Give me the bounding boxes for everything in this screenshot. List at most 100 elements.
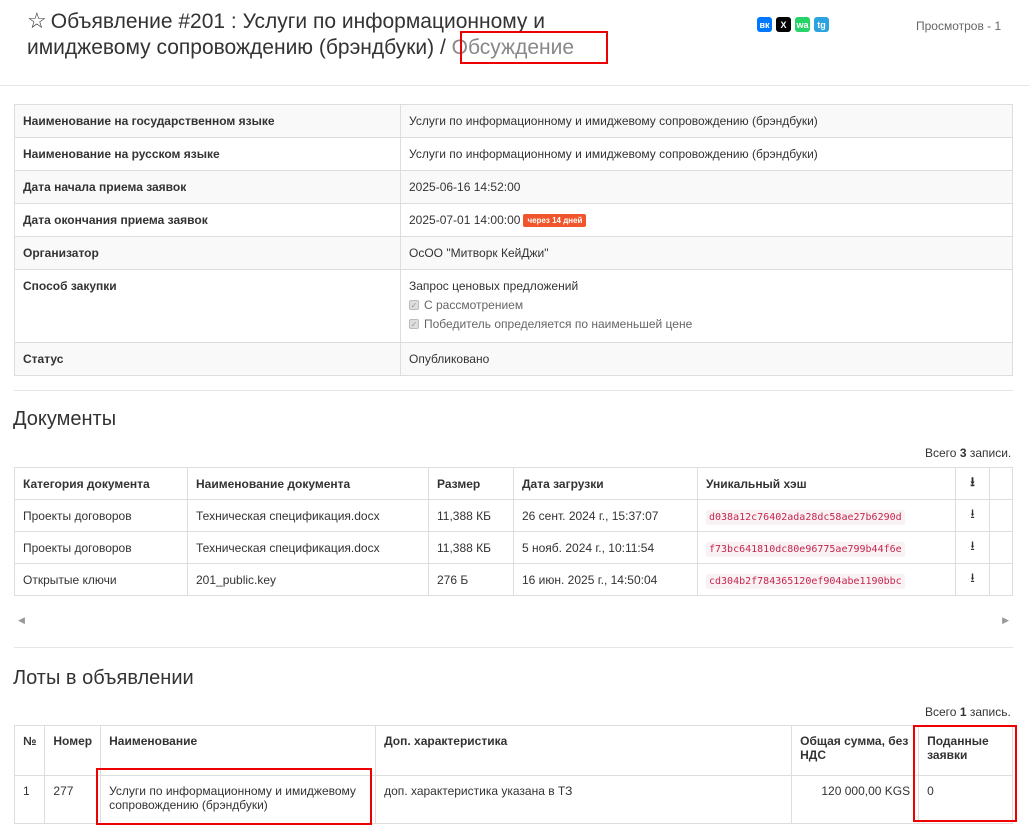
doc-date: 16 июн. 2025 г., 14:50:04 [513, 563, 698, 596]
divider [14, 390, 1013, 391]
info-value: Запрос ценовых предложений ✓ С рассмотрен… [400, 269, 1013, 344]
table-row: Открытые ключи 201_public.key 276 Б 16 и… [14, 563, 1013, 596]
download-icon[interactable]: ⭳ [955, 531, 990, 564]
procurement-method: Запрос ценовых предложений [409, 279, 579, 294]
lots-heading: Лоты в объявлении [13, 667, 194, 689]
info-value: Услуги по информационному и имиджевому с… [400, 104, 1013, 138]
doc-name[interactable]: Техническая спецификация.docx [187, 531, 429, 564]
info-value: Услуги по информационному и имиджевому с… [400, 137, 1013, 171]
info-key: Дата окончания приема заявок [14, 202, 401, 238]
doc-name[interactable]: Техническая спецификация.docx [187, 499, 429, 532]
empty-cell [989, 499, 1013, 532]
info-key: Наименование на русском языке [14, 137, 401, 171]
doc-date: 5 нояб. 2024 г., 10:11:54 [513, 531, 698, 564]
documents-heading: Документы [13, 408, 117, 430]
info-value: ОсОО "Митворк КейДжи" [400, 236, 1013, 271]
star-icon[interactable]: ☆ [27, 8, 47, 34]
count-value: 1 [959, 705, 967, 719]
info-row: Наименование на государственном языке Усл… [14, 104, 1013, 138]
doc-hash: f73bc641810dc80e96775ae799b44f6e [706, 541, 905, 557]
checkbox-icon: ✓ [409, 300, 419, 311]
download-icon[interactable]: ⭳ [955, 563, 990, 596]
table-row: Проекты договоров Техническая спецификац… [14, 531, 1013, 564]
info-value: Опубликовано [400, 342, 1013, 377]
info-key: Статус [14, 342, 401, 377]
lot-number: 277 [44, 775, 102, 824]
empty-cell [989, 531, 1013, 564]
info-row: Дата окончания приема заявок 2025-07-01 1… [14, 202, 1013, 238]
views-counter: Просмотров - 1 [916, 19, 1002, 33]
col-hash[interactable]: Уникальный хэш [697, 467, 956, 500]
highlight-box [96, 768, 372, 825]
checkbox-lowest-price: ✓ Победитель определяется по наименьшей ц… [409, 317, 1004, 331]
doc-size: 276 Б [428, 563, 514, 596]
info-key: Способ закупки [14, 269, 401, 344]
col-category[interactable]: Категория документа [14, 467, 188, 500]
col-number[interactable]: Номер [44, 725, 102, 776]
empty-col [989, 467, 1013, 500]
lot-extra: доп. характеристика указана в ТЗ [375, 775, 793, 824]
highlight-box [913, 725, 1017, 822]
highlight-box [460, 31, 608, 64]
documents-table: Категория документа Наименование докумен… [14, 467, 1013, 596]
count-suffix: записи. [966, 446, 1012, 460]
col-size[interactable]: Размер [428, 467, 514, 500]
doc-hash: d038a12c76402ada28dc58ae27b6290d [706, 509, 905, 525]
info-value: 2025-07-01 14:00:00 через 14 дней [400, 202, 1013, 238]
count-value: 3 [959, 446, 967, 460]
end-date: 2025-07-01 14:00:00 [409, 213, 521, 227]
col-upload-date[interactable]: Дата загрузки [513, 467, 698, 500]
lot-index: 1 [13, 775, 46, 824]
horizontal-scrollbar[interactable]: ◀ ▶ [14, 612, 1013, 628]
doc-date: 26 сент. 2024 г., 15:37:07 [513, 499, 698, 532]
info-key: Наименование на государственном языке [14, 104, 401, 138]
doc-hash-cell: cd304b2f784365120ef904abe1190bbc [697, 563, 956, 596]
doc-size: 11,388 КБ [428, 531, 514, 564]
table-row: Проекты договоров Техническая спецификац… [14, 499, 1013, 532]
x-share-icon[interactable]: X [776, 17, 791, 32]
doc-size: 11,388 КБ [428, 499, 514, 532]
info-row: Организатор ОсОО "Митворк КейДжи" [14, 236, 1013, 271]
info-row: Статус Опубликовано [14, 342, 1013, 377]
checkbox-label: Победитель определяется по наименьшей це… [424, 317, 693, 332]
announcement-info-table: Наименование на государственном языке Усл… [14, 104, 1013, 377]
doc-category: Открытые ключи [14, 563, 188, 596]
doc-category: Проекты договоров [14, 499, 188, 532]
share-buttons: вк X wa tg [757, 17, 829, 32]
table-header-row: Категория документа Наименование докумен… [14, 467, 1013, 500]
info-key: Организатор [14, 236, 401, 271]
doc-name[interactable]: 201_public.key [187, 563, 429, 596]
col-sum[interactable]: Общая сумма, без НДС [791, 725, 920, 776]
count-prefix: Всего [925, 705, 960, 719]
lot-sum: 120 000,00 KGS [791, 775, 920, 824]
info-key: Дата начала приема заявок [14, 170, 401, 204]
vk-share-icon[interactable]: вк [757, 17, 772, 32]
col-index[interactable]: № [13, 725, 46, 776]
download-icon[interactable]: ⭳ [955, 499, 990, 532]
checkbox-with-review: ✓ С рассмотрением [409, 298, 1004, 312]
checkbox-label: С рассмотрением [424, 298, 524, 313]
info-row: Наименование на русском языке Услуги по и… [14, 137, 1013, 171]
checkbox-icon: ✓ [409, 319, 419, 330]
col-extra[interactable]: Доп. характеристика [375, 725, 793, 776]
download-all-icon[interactable]: ⭳ [955, 467, 990, 500]
empty-cell [989, 563, 1013, 596]
doc-hash-cell: d038a12c76402ada28dc58ae27b6290d [697, 499, 956, 532]
telegram-share-icon[interactable]: tg [814, 17, 829, 32]
info-row: Способ закупки Запрос ценовых предложени… [14, 269, 1013, 344]
deadline-badge: через 14 дней [523, 214, 587, 228]
doc-hash-cell: f73bc641810dc80e96775ae799b44f6e [697, 531, 956, 564]
documents-count: Всего 3 записи. [925, 446, 1011, 460]
doc-hash: cd304b2f784365120ef904abe1190bbc [706, 573, 905, 589]
divider [14, 647, 1013, 648]
count-prefix: Всего [925, 446, 960, 460]
count-suffix: запись. [966, 705, 1011, 719]
doc-category: Проекты договоров [14, 531, 188, 564]
lots-count: Всего 1 запись. [925, 705, 1011, 719]
info-value: 2025-06-16 14:52:00 [400, 170, 1013, 204]
scroll-right-icon[interactable]: ▶ [1002, 615, 1009, 626]
col-name[interactable]: Наименование документа [187, 467, 429, 500]
scroll-left-icon[interactable]: ◀ [18, 615, 25, 626]
whatsapp-share-icon[interactable]: wa [795, 17, 810, 32]
info-row: Дата начала приема заявок 2025-06-16 14:5… [14, 170, 1013, 204]
